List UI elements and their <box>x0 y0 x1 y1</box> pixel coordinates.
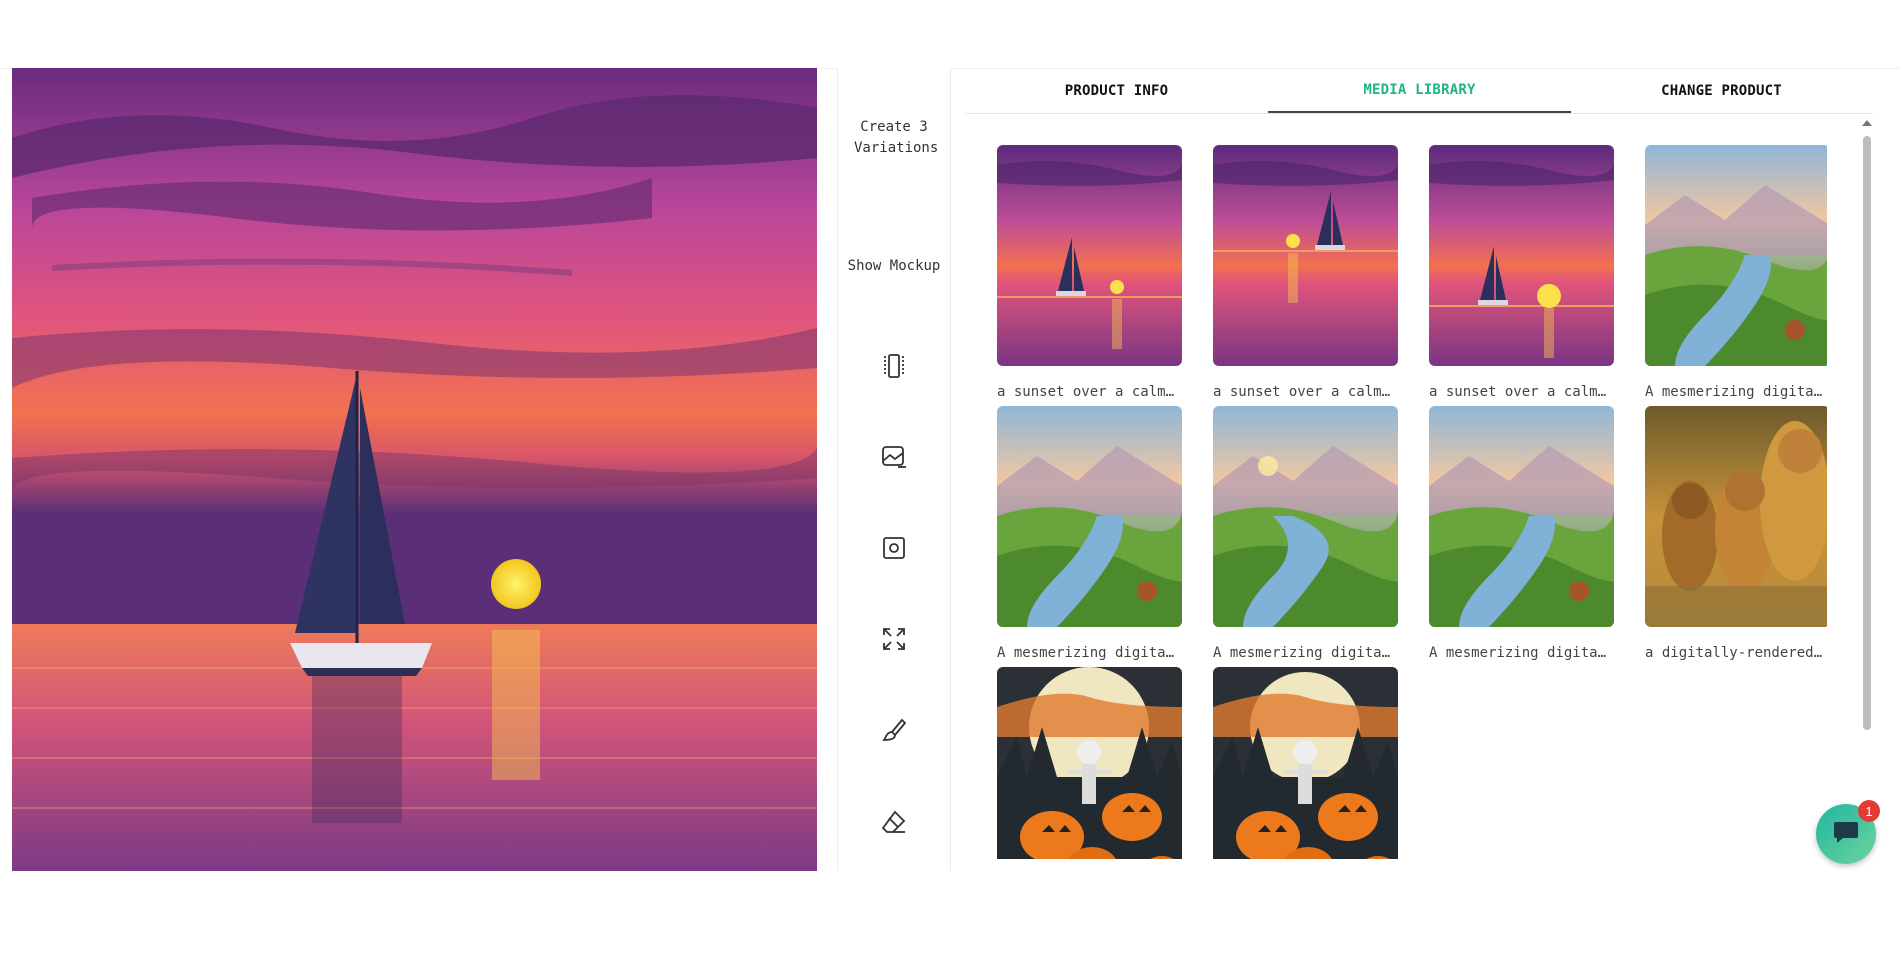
scroll-thumb[interactable] <box>1863 136 1871 730</box>
media-caption: A mesmerizing digital … <box>1429 645 1614 661</box>
media-item[interactable]: A mesmerizing digital … <box>997 406 1182 661</box>
show-mockup-button[interactable]: Show Mockup <box>838 208 950 325</box>
chat-button[interactable]: 1 <box>1816 800 1880 864</box>
media-item[interactable]: a sunset over a calm o… <box>1429 145 1614 400</box>
edit-toolbar: Create 3 Variations Show Mockup <box>837 68 951 871</box>
media-caption: a sunset over a calm o… <box>1213 384 1398 400</box>
media-caption: a sunset over a calm o… <box>997 384 1182 400</box>
tab-product-info[interactable]: PRODUCT INFO <box>965 68 1268 113</box>
create-variations-button[interactable]: Create 3 Variations <box>838 68 950 209</box>
chat-notification-badge: 1 <box>1858 800 1880 822</box>
media-item[interactable] <box>1213 667 1398 859</box>
expand-icon <box>880 625 908 660</box>
media-thumbnail[interactable] <box>1645 145 1827 366</box>
chat-icon <box>1833 820 1859 848</box>
main-artwork-preview <box>12 68 817 871</box>
media-item[interactable]: a sunset over a calm o… <box>1213 145 1398 400</box>
frame-tool-button[interactable] <box>838 506 950 598</box>
create-variations-label: Create 3 Variations <box>854 119 939 156</box>
tab-media-library[interactable]: MEDIA LIBRARY <box>1268 68 1571 113</box>
media-item[interactable]: A mesmerizing digital … <box>1429 406 1614 661</box>
brush-tool-button[interactable] <box>838 688 950 780</box>
split-tool-button[interactable] <box>838 324 950 416</box>
show-mockup-label: Show Mockup <box>847 257 941 274</box>
media-caption: a sunset over a calm o… <box>1429 384 1614 400</box>
media-thumbnail[interactable] <box>1213 145 1398 366</box>
image-edit-icon <box>880 443 908 478</box>
media-thumbnail[interactable] <box>1213 406 1398 627</box>
media-thumbnail[interactable] <box>1213 667 1398 859</box>
media-library-grid: a sunset over a calm o… a sunset over a … <box>997 145 1827 859</box>
media-item[interactable]: A mesmerizing digital … <box>1645 145 1827 400</box>
media-item[interactable] <box>997 667 1182 859</box>
media-thumbnail[interactable] <box>1645 406 1827 627</box>
media-caption: a digitally-rendered p… <box>1645 645 1827 661</box>
media-thumbnail[interactable] <box>997 667 1182 859</box>
panel-tabs: PRODUCT INFO MEDIA LIBRARY CHANGE PRODUC… <box>965 68 1873 114</box>
media-scrollbar[interactable] <box>1861 120 1873 732</box>
media-caption: A mesmerizing digital … <box>1645 384 1827 400</box>
media-item[interactable]: A mesmerizing digital … <box>1213 406 1398 661</box>
tab-change-product[interactable]: CHANGE PRODUCT <box>1570 68 1873 113</box>
scroll-up-arrow-icon[interactable] <box>1862 120 1872 126</box>
brush-icon <box>880 716 908 751</box>
media-thumbnail[interactable] <box>997 145 1182 366</box>
frame-icon <box>880 534 908 569</box>
expand-tool-button[interactable] <box>838 597 950 689</box>
media-thumbnail[interactable] <box>1429 406 1614 627</box>
media-item[interactable]: a sunset over a calm o… <box>997 145 1182 400</box>
media-caption: A mesmerizing digital … <box>997 645 1182 661</box>
media-thumbnail[interactable] <box>997 406 1182 627</box>
media-thumbnail[interactable] <box>1429 145 1614 366</box>
eraser-tool-button[interactable] <box>838 779 950 871</box>
top-bar <box>0 0 1900 69</box>
media-item[interactable]: a digitally-rendered p… <box>1645 406 1827 661</box>
eraser-icon <box>880 808 908 843</box>
image-edit-tool-button[interactable] <box>838 415 950 507</box>
split-icon <box>880 352 908 387</box>
media-caption: A mesmerizing digital … <box>1213 645 1398 661</box>
